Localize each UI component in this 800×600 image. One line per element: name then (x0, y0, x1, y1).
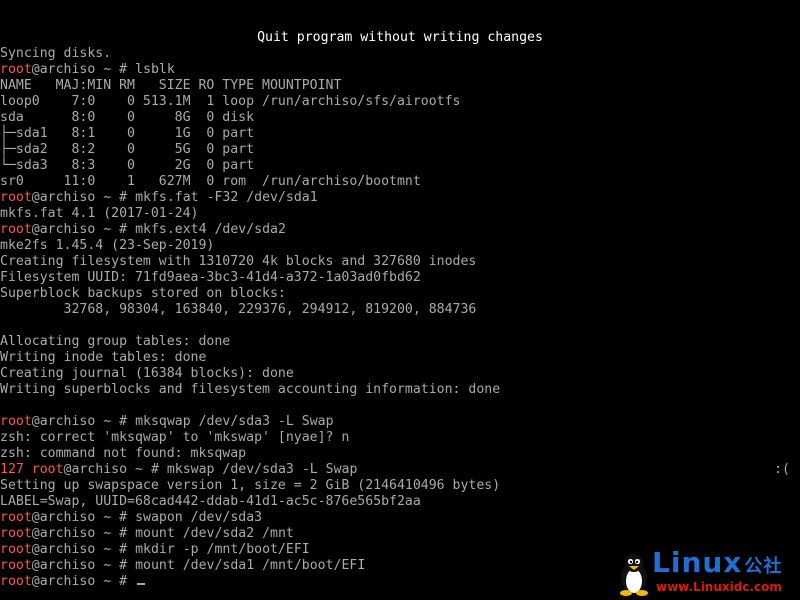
prompt-user: root (0, 526, 32, 541)
output-line: Writing superblocks and filesystem accou… (0, 382, 501, 397)
prompt-cwd: ~ (103, 510, 112, 525)
watermark-brand-latin: Linux (652, 546, 743, 579)
exit-code: 127 (0, 462, 24, 477)
prompt-host: @archiso (31, 510, 96, 525)
prompt-user: root (0, 190, 32, 205)
prompt-cwd: ~ (103, 190, 112, 205)
output-line: zsh: correct 'mksqwap' to 'mkswap' [nyae… (0, 430, 350, 445)
output-line: Creating filesystem with 1310720 4k bloc… (0, 254, 477, 269)
prompt-cwd: ~ (103, 222, 112, 237)
output-line: Syncing disks. (0, 46, 112, 61)
prompt-symbol: # (150, 462, 159, 477)
prompt-symbol: # (119, 222, 128, 237)
command-text: swapon /dev/sda3 (135, 510, 263, 525)
watermark-brand: Linux 公社 (652, 548, 782, 578)
command-text: mkfs.ext4 /dev/sda2 (135, 222, 286, 237)
output-line: mke2fs 1.45.4 (23-Sep-2019) (0, 238, 215, 253)
prompt-cwd: ~ (103, 526, 112, 541)
command-line: root@archiso ~ # swapon /dev/sda3 (0, 510, 800, 526)
prompt-symbol: # (119, 414, 128, 429)
output-line: LABEL=Swap, UUID=68cad442-ddab-41d1-ac5c… (0, 494, 421, 509)
output-line: Writing inode tables: done (0, 350, 207, 365)
terminal-screen[interactable]: Quit program without writing changes Syn… (0, 0, 800, 600)
editor-status-title: Quit program without writing changes (257, 30, 543, 45)
command-text: mkswap /dev/sda3 -L Swap (166, 462, 358, 477)
output-line: ├─sda2 8:2 0 5G 0 part (0, 142, 255, 157)
right-prompt: :( (774, 462, 790, 477)
prompt-cwd: ~ (135, 462, 143, 477)
prompt-host: @archiso (31, 414, 96, 429)
prompt-host: @archiso (31, 574, 96, 589)
command-text: mount /dev/sda2 /mnt (135, 526, 294, 541)
prompt-user: root (0, 558, 32, 573)
prompt-host: @archiso (31, 190, 96, 205)
prompt-symbol: # (119, 510, 128, 525)
command-line: root@archiso ~ # mkfs.fat -F32 /dev/sda1 (0, 190, 800, 206)
prompt-user: root (31, 462, 64, 477)
prompt-cwd: ~ (103, 62, 112, 77)
prompt-host: @archiso (31, 62, 96, 77)
prompt-symbol: # (119, 558, 128, 573)
command-line: root@archiso ~ # lsblk (0, 62, 800, 78)
terminal-output: Syncing disks. root@archiso ~ # lsblk NAME… (0, 46, 800, 590)
prompt-symbol: # (119, 574, 128, 589)
prompt-host: @archiso (31, 558, 96, 573)
watermark-url: www.Linuxidc.com (656, 580, 782, 594)
command-line: 127 root@archiso ~ # mkswap /dev/sda3 -L… (0, 462, 800, 478)
prompt-user: root (0, 62, 32, 77)
prompt-user: root (0, 542, 32, 557)
prompt-user: root (0, 414, 32, 429)
command-line: root@archiso ~ # mkfs.ext4 /dev/sda2 (0, 222, 800, 238)
command-text: mount /dev/sda1 /mnt/boot/EFI (135, 558, 366, 573)
output-line: ├─sda1 8:1 0 1G 0 part (0, 126, 255, 141)
output-line: loop0 7:0 0 513.1M 1 loop /run/archiso/s… (0, 94, 461, 109)
output-line: Superblock backups stored on blocks: (0, 286, 286, 301)
prompt-symbol: # (119, 526, 128, 541)
output-line: Creating journal (16384 blocks): done (0, 366, 294, 381)
prompt-cwd: ~ (103, 414, 112, 429)
watermark: Linux 公社 www.Linuxidc.com (616, 548, 796, 598)
command-text: mkfs.fat -F32 /dev/sda1 (135, 190, 318, 205)
prompt-cwd: ~ (103, 542, 112, 557)
output-line: Filesystem UUID: 71fd9aea-3bc3-41d4-a372… (0, 270, 421, 285)
command-text: mkdir -p /mnt/boot/EFI (135, 542, 310, 557)
prompt-symbol: # (119, 190, 128, 205)
prompt-host: @archiso (31, 542, 96, 557)
output-line: Setting up swapspace version 1, size = 2… (0, 478, 501, 493)
command-text: mksqwap /dev/sda3 -L Swap (135, 414, 334, 429)
output-line: Allocating group tables: done (0, 334, 231, 349)
output-line: 32768, 98304, 163840, 229376, 294912, 81… (0, 302, 477, 317)
prompt-host: @archiso (31, 222, 96, 237)
output-line: NAME MAJ:MIN RM SIZE RO TYPE MOUNTPOINT (0, 78, 342, 93)
tux-penguin-icon (620, 554, 648, 596)
prompt-user: root (0, 574, 32, 589)
prompt-user: root (0, 222, 32, 237)
prompt-symbol: # (119, 62, 128, 77)
command-text: lsblk (135, 62, 175, 77)
prompt-cwd: ~ (103, 574, 112, 589)
prompt-symbol: # (119, 542, 128, 557)
prompt-cwd: ~ (103, 558, 112, 573)
output-line: zsh: command not found: mksqwap (0, 446, 247, 461)
output-line: sda 8:0 0 8G 0 disk (0, 110, 255, 125)
watermark-brand-cn: 公社 (744, 556, 783, 577)
prompt-host: @archiso (31, 526, 96, 541)
command-line: root@archiso ~ # mount /dev/sda2 /mnt (0, 526, 800, 542)
prompt-host: @archiso (63, 462, 128, 477)
command-line: root@archiso ~ # mksqwap /dev/sda3 -L Sw… (0, 414, 800, 430)
text-cursor[interactable] (137, 583, 146, 585)
output-line: mkfs.fat 4.1 (2017-01-24) (0, 206, 199, 221)
prompt-user: root (0, 510, 32, 525)
output-line: sr0 11:0 1 627M 0 rom /run/archiso/bootm… (0, 174, 421, 189)
output-line: └─sda3 8:3 0 2G 0 part (0, 158, 255, 173)
